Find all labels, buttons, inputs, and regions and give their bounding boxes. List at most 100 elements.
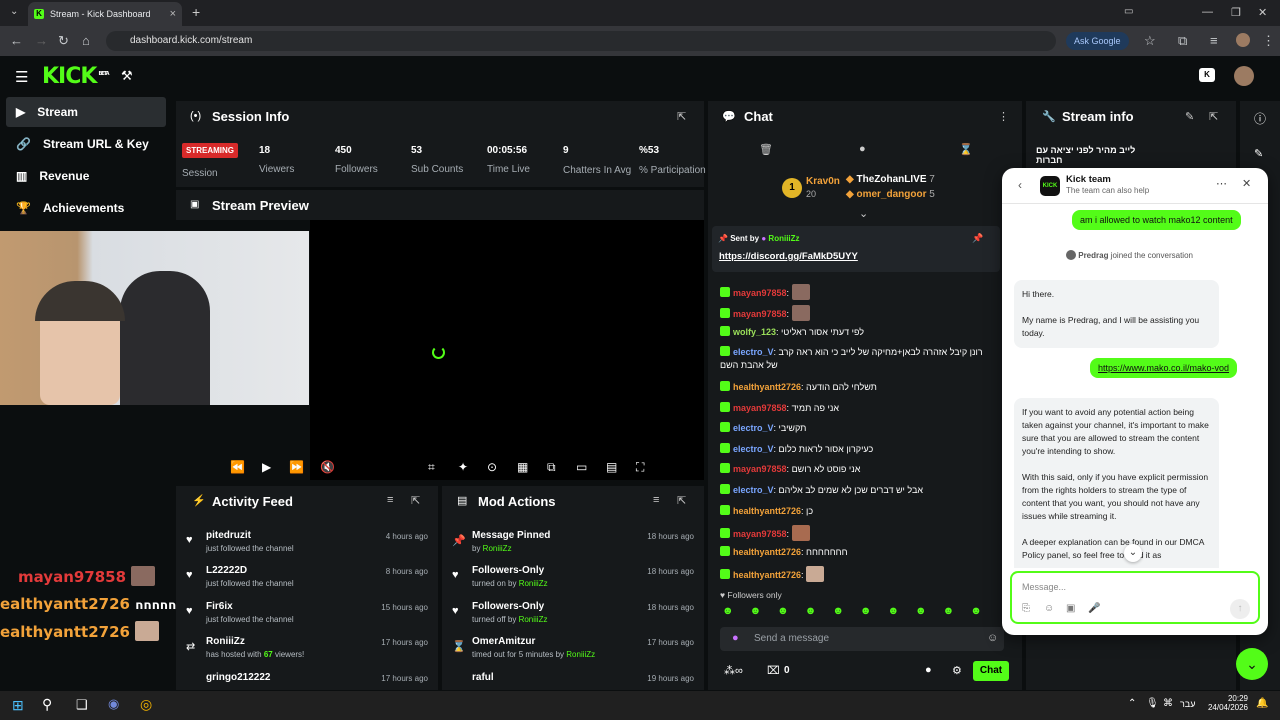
- browser-avatar[interactable]: [1236, 33, 1250, 47]
- user-message: am i allowed to watch mako12 content: [1072, 210, 1241, 230]
- kick-app-icon[interactable]: K: [1199, 68, 1215, 82]
- ask-google-button[interactable]: Ask Google: [1066, 32, 1129, 50]
- emote-icon: ☻: [887, 605, 900, 617]
- sidebar-item-achievements[interactable]: 🏆 Achievements: [6, 193, 166, 223]
- search-icon[interactable]: ⚲: [42, 696, 52, 713]
- fast-forward-icon[interactable]: ⏩: [289, 460, 304, 474]
- voice-icon: 🎤: [1088, 603, 1101, 614]
- clip-icon[interactable]: ⊙: [487, 460, 497, 474]
- hamburger-menu-icon[interactable]: ☰: [15, 68, 28, 86]
- edit-icon[interactable]: ✎: [1185, 110, 1194, 123]
- window-close-icon[interactable]: ✕: [1258, 6, 1267, 19]
- minimize-icon[interactable]: —: [1202, 6, 1213, 18]
- close-tab-icon[interactable]: ×: [170, 8, 176, 20]
- task-view-icon[interactable]: ❑: [76, 697, 88, 713]
- popout-icon[interactable]: ⇱: [1209, 110, 1218, 123]
- user-avatar[interactable]: [1234, 66, 1254, 86]
- popout-icon[interactable]: ⇱: [677, 494, 686, 507]
- support-launcher-button[interactable]: ⌄: [1236, 648, 1268, 680]
- network-icon[interactable]: ⌘: [1163, 698, 1173, 709]
- emote-icon: ☻: [832, 605, 844, 617]
- close-icon[interactable]: ✕: [1242, 177, 1251, 190]
- browser-tab[interactable]: K Stream - Kick Dashboard ×: [28, 2, 182, 26]
- tab-list-icon[interactable]: ⌄: [10, 6, 18, 17]
- home-icon[interactable]: ⌂: [82, 33, 90, 48]
- gift-icon[interactable]: ⌧: [767, 664, 780, 677]
- rewind-icon[interactable]: ⏪: [230, 460, 245, 474]
- reload-icon[interactable]: ↻: [58, 33, 69, 49]
- extensions-icon[interactable]: ⧉: [1178, 33, 1187, 49]
- windows-start-icon[interactable]: ⊞: [12, 697, 24, 714]
- send-chat-button[interactable]: Chat: [973, 661, 1009, 681]
- tools-icon[interactable]: ⚒: [121, 68, 133, 84]
- leader-name[interactable]: Krav0n: [806, 176, 840, 187]
- trash-icon[interactable]: 🗑: [759, 143, 773, 156]
- chat-settings-icon[interactable]: ⚙: [952, 664, 962, 677]
- sidebar-item-stream[interactable]: ▶ Stream: [6, 97, 166, 127]
- media-icon[interactable]: ≡: [1210, 33, 1218, 48]
- mic-tray-icon[interactable]: 🎙: [1146, 698, 1159, 709]
- heart-icon: ♥: [452, 605, 459, 617]
- emote-bar[interactable]: ☻ ☻ ☻ ☻ ☻ ☻ ☻ ☻ ☻ ☻: [722, 605, 1002, 619]
- stat-time-live: 00:05:56 Time Live: [487, 145, 530, 175]
- more-options-icon[interactable]: ⋯: [1216, 177, 1227, 190]
- info-icon[interactable]: ⓘ: [1254, 110, 1266, 127]
- app-topbar: [0, 56, 1280, 96]
- points-icon[interactable]: ⁂∞: [724, 664, 743, 677]
- popout-icon[interactable]: ⇱: [411, 494, 420, 507]
- unpin-icon[interactable]: 📌: [972, 233, 983, 244]
- pin-icon: 📌: [452, 535, 466, 547]
- agent-joined-notice: Predrag joined the conversation: [1066, 250, 1193, 260]
- webcam-feed: [0, 231, 309, 405]
- url-field[interactable]: dashboard.kick.com/stream: [106, 31, 1056, 51]
- stats-icon[interactable]: ▦: [517, 460, 528, 474]
- scroll-down-icon[interactable]: ⌄: [1124, 544, 1142, 562]
- chat-input[interactable]: ● Send a message ☺: [720, 627, 1004, 651]
- new-tab-icon[interactable]: +: [192, 4, 200, 20]
- kick-logo[interactable]: KICK BETA: [42, 64, 110, 89]
- discord-icon[interactable]: ◉: [108, 696, 119, 712]
- chat-message: mayan97858: אני פה תמיד: [720, 402, 839, 413]
- notifications-icon[interactable]: 🔔: [1256, 698, 1268, 709]
- mute-icon[interactable]: 🔇: [320, 460, 335, 474]
- forward-icon[interactable]: →: [35, 33, 48, 48]
- pencil-icon[interactable]: ✎: [1254, 147, 1263, 160]
- session-icon: (•): [190, 110, 202, 122]
- leader-name[interactable]: ◆ omer_dangoor 5: [846, 189, 935, 200]
- browser-tab-bar: ⌄ K Stream - Kick Dashboard × + ▭ — ❐ ✕: [0, 0, 1280, 26]
- sidebar-item-stream-url-key[interactable]: 🔗 Stream URL & Key: [6, 129, 166, 159]
- language-indicator[interactable]: עבר: [1180, 699, 1195, 709]
- captions-icon[interactable]: ▤: [606, 460, 617, 474]
- message-icon[interactable]: ●: [859, 143, 866, 155]
- expand-leaderboard-icon[interactable]: ⌄: [859, 207, 868, 220]
- pip-icon[interactable]: ⧉: [547, 460, 556, 475]
- maximize-icon[interactable]: ❐: [1231, 6, 1241, 19]
- user-link-message[interactable]: https://www.mako.co.il/mako-vod: [1090, 358, 1238, 378]
- chat-actions-icon[interactable]: ●: [925, 664, 932, 676]
- emote-icon: ☻: [777, 605, 789, 617]
- support-message-input[interactable]: Message... ⎘ ☺ ▣ 🎤 ↑: [1010, 571, 1260, 624]
- play-icon[interactable]: ▶: [262, 460, 271, 474]
- sparkle-icon[interactable]: ✦: [458, 460, 468, 474]
- profile-switch-icon[interactable]: ▭: [1124, 6, 1133, 17]
- back-arrow-icon[interactable]: ‹: [1018, 178, 1022, 192]
- filter-icon[interactable]: ≡: [653, 494, 659, 506]
- fullscreen-icon[interactable]: ⛶: [636, 460, 644, 475]
- chat-menu-icon[interactable]: ⋮: [998, 110, 1009, 123]
- bookmark-star-icon[interactable]: ☆: [1144, 33, 1156, 49]
- theater-icon[interactable]: ▭: [576, 460, 587, 474]
- pinned-link[interactable]: https://discord.gg/FaMkD5UYY: [719, 251, 858, 262]
- link-icon: 🔗: [16, 137, 31, 151]
- slow-mode-icon[interactable]: ⌛: [959, 143, 973, 156]
- tray-arrow-icon[interactable]: ⌃: [1128, 698, 1136, 709]
- crop-icon[interactable]: ⌗: [428, 460, 435, 475]
- back-icon[interactable]: ←: [10, 33, 23, 48]
- chrome-icon[interactable]: ◎: [140, 696, 152, 713]
- leader-name[interactable]: ◆ TheZohanLIVE 7: [846, 174, 935, 185]
- popout-icon[interactable]: ⇱: [677, 110, 686, 123]
- browser-menu-icon[interactable]: ⋮: [1262, 33, 1275, 49]
- sidebar-item-revenue[interactable]: ▥ Revenue: [6, 161, 166, 191]
- clock[interactable]: 20:29 24/04/2026: [1198, 694, 1248, 712]
- filter-icon[interactable]: ≡: [387, 494, 393, 506]
- session-info-title: Session Info: [212, 109, 290, 124]
